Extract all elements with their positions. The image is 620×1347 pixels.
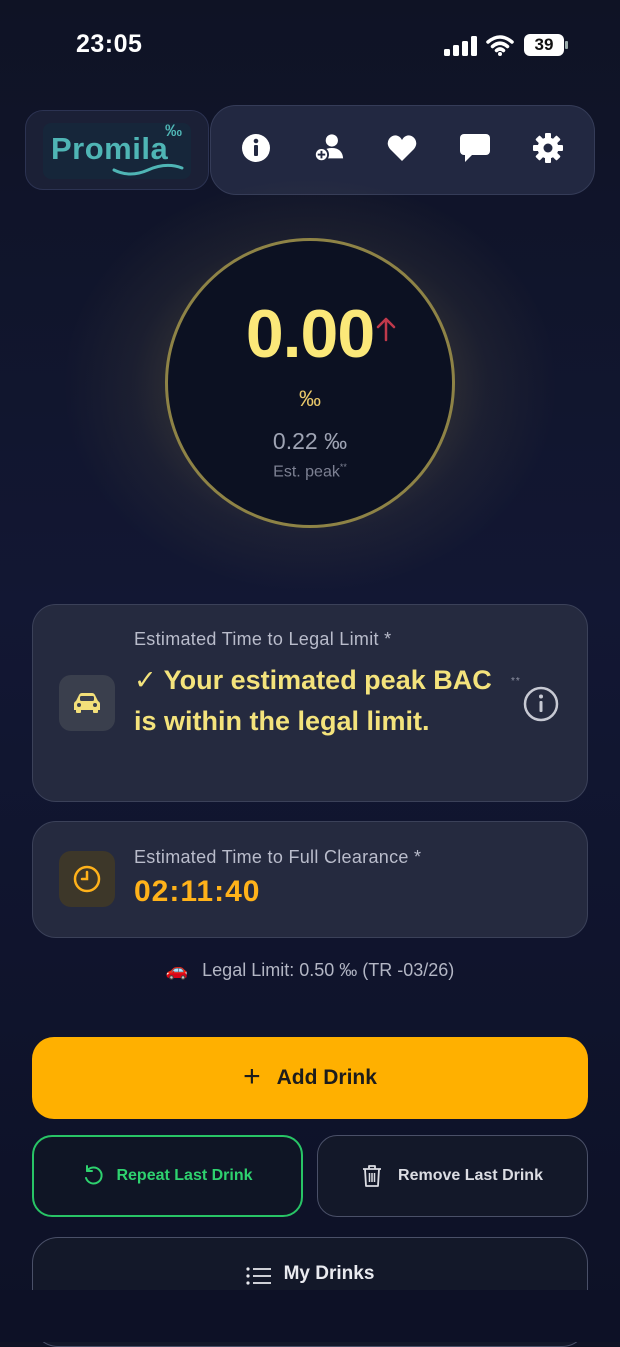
legal-info-icon[interactable] xyxy=(522,685,560,723)
peak-label-text: Est. peak xyxy=(273,463,340,481)
add-user-icon[interactable] xyxy=(313,132,345,164)
legal-limit-label: Estimated Time to Legal Limit * xyxy=(134,629,392,649)
wifi-icon xyxy=(486,35,514,56)
status-time: 23:05 xyxy=(76,30,143,58)
remove-last-drink-label: Remove Last Drink xyxy=(398,1167,543,1184)
add-drink-label: Add Drink xyxy=(276,1066,377,1089)
legal-note-marker: ** xyxy=(511,676,521,687)
clearance-label: Estimated Time to Full Clearance * xyxy=(134,847,422,867)
bac-unit: ‰ xyxy=(299,386,321,411)
peak-value: 0.22 ‰ xyxy=(272,428,348,454)
car-icon xyxy=(59,675,115,731)
bac-gauge xyxy=(165,238,455,528)
plus-icon: + xyxy=(243,1059,261,1093)
clock-icon xyxy=(59,851,115,907)
legal-limit-status: ✓ Your estimated peak BAC is within the … xyxy=(134,665,492,736)
battery-level: 39 xyxy=(534,35,554,54)
repeat-icon xyxy=(82,1165,104,1187)
car-emoji-icon: 🚗 xyxy=(165,960,189,980)
arrow-up-icon xyxy=(376,317,396,342)
logo-permil-mark: ‰ xyxy=(165,121,182,140)
gear-icon[interactable] xyxy=(532,132,564,164)
clearance-timer: 02:11:40 xyxy=(134,875,261,908)
bottom-safe-area xyxy=(0,1290,620,1342)
battery-icon: 39 xyxy=(524,34,568,56)
my-drinks-label: My Drinks xyxy=(283,1263,375,1284)
bac-value: 0.00 xyxy=(245,296,375,372)
chat-icon[interactable] xyxy=(459,132,491,164)
repeat-last-drink-label: Repeat Last Drink xyxy=(116,1167,253,1184)
add-drink-button[interactable]: + Add Drink xyxy=(32,1037,588,1119)
legal-limit-info: 🚗 Legal Limit: 0.50 ‰ (TR -03/26) xyxy=(0,960,620,981)
repeat-last-drink-button[interactable]: Repeat Last Drink xyxy=(32,1135,303,1217)
peak-label: Est. peak** xyxy=(165,462,455,481)
trash-icon xyxy=(362,1164,382,1188)
list-icon xyxy=(245,1266,272,1286)
peak-marker: ** xyxy=(339,462,347,472)
legal-limit-text: Legal Limit: 0.50 ‰ (TR -03/26) xyxy=(202,960,455,980)
heart-icon[interactable] xyxy=(386,132,418,164)
info-icon[interactable] xyxy=(240,132,272,164)
logo-wave-icon xyxy=(112,163,184,176)
remove-last-drink-button[interactable]: Remove Last Drink xyxy=(317,1135,588,1217)
cellular-signal-icon xyxy=(444,36,477,56)
clearance-card[interactable] xyxy=(32,821,588,938)
